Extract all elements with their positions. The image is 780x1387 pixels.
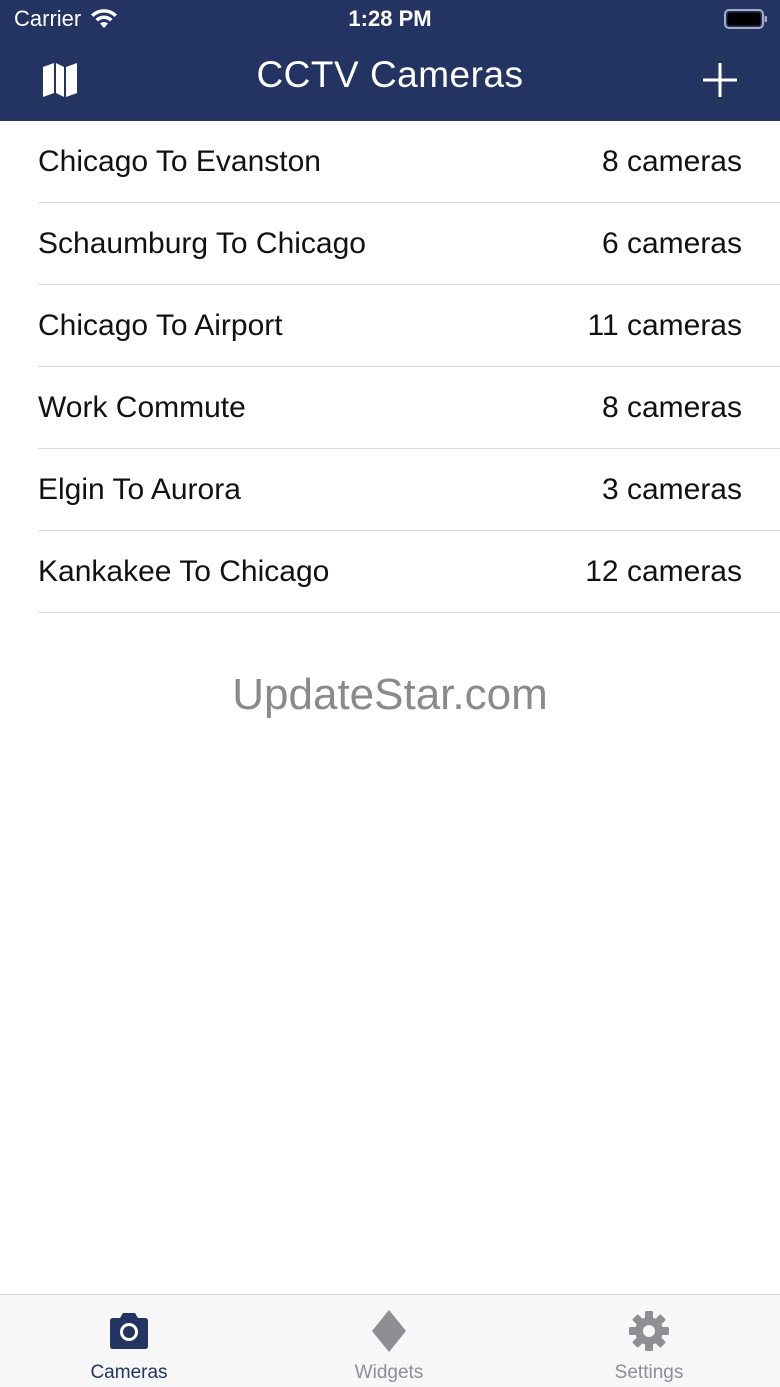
tab-settings[interactable]: Settings (549, 1295, 749, 1387)
camera-count: 12 cameras (585, 554, 742, 588)
tab-label: Settings (614, 1362, 684, 1383)
route-row-work-commute[interactable]: Work Commute 8 cameras (38, 367, 780, 449)
route-row-chicago-to-airport[interactable]: Chicago To Airport 11 cameras (38, 285, 780, 367)
route-name: Chicago To Evanston (38, 144, 321, 178)
route-row-elgin-to-aurora[interactable]: Elgin To Aurora 3 cameras (38, 449, 780, 531)
route-row-chicago-to-evanston[interactable]: Chicago To Evanston 8 cameras (38, 121, 780, 203)
battery-icon (724, 9, 767, 29)
route-name: Schaumburg To Chicago (38, 226, 366, 260)
tab-cameras[interactable]: Cameras (29, 1295, 229, 1387)
top-bar: Carrier 1:28 PM CCTV Cameras (0, 0, 780, 121)
route-name: Chicago To Airport (38, 308, 283, 342)
watermark: UpdateStar.com (232, 670, 548, 719)
add-route-button[interactable] (698, 58, 742, 102)
route-row-schaumburg-to-chicago[interactable]: Schaumburg To Chicago 6 cameras (38, 203, 780, 285)
tab-label: Cameras (90, 1362, 168, 1383)
routes-list: Chicago To Evanston 8 cameras Schaumburg… (0, 121, 780, 613)
status-bar: Carrier 1:28 PM (0, 0, 780, 40)
camera-count: 8 cameras (601, 144, 742, 178)
page-title: CCTV Cameras (256, 54, 524, 95)
plus-icon (703, 63, 737, 97)
camera-count: 8 cameras (601, 390, 742, 424)
camera-count: 6 cameras (601, 226, 742, 260)
route-name: Kankakee To Chicago (38, 554, 330, 588)
diamond-icon (372, 1310, 406, 1352)
navigation-bar: CCTV Cameras (0, 40, 780, 121)
route-name: Elgin To Aurora (38, 472, 241, 506)
tab-bar: Cameras Widgets Settings (0, 1294, 780, 1387)
camera-icon (110, 1313, 148, 1349)
tab-label: Widgets (354, 1362, 424, 1383)
tab-widgets[interactable]: Widgets (289, 1295, 489, 1387)
route-name: Work Commute (38, 390, 246, 424)
gear-icon (629, 1311, 669, 1351)
screen: Carrier 1:28 PM CCTV Cameras Chicago To … (0, 0, 780, 1387)
camera-count: 3 cameras (601, 472, 742, 506)
route-row-kankakee-to-chicago[interactable]: Kankakee To Chicago 12 cameras (38, 531, 780, 613)
clock: 1:28 PM (348, 6, 432, 31)
camera-count: 11 cameras (587, 308, 742, 342)
